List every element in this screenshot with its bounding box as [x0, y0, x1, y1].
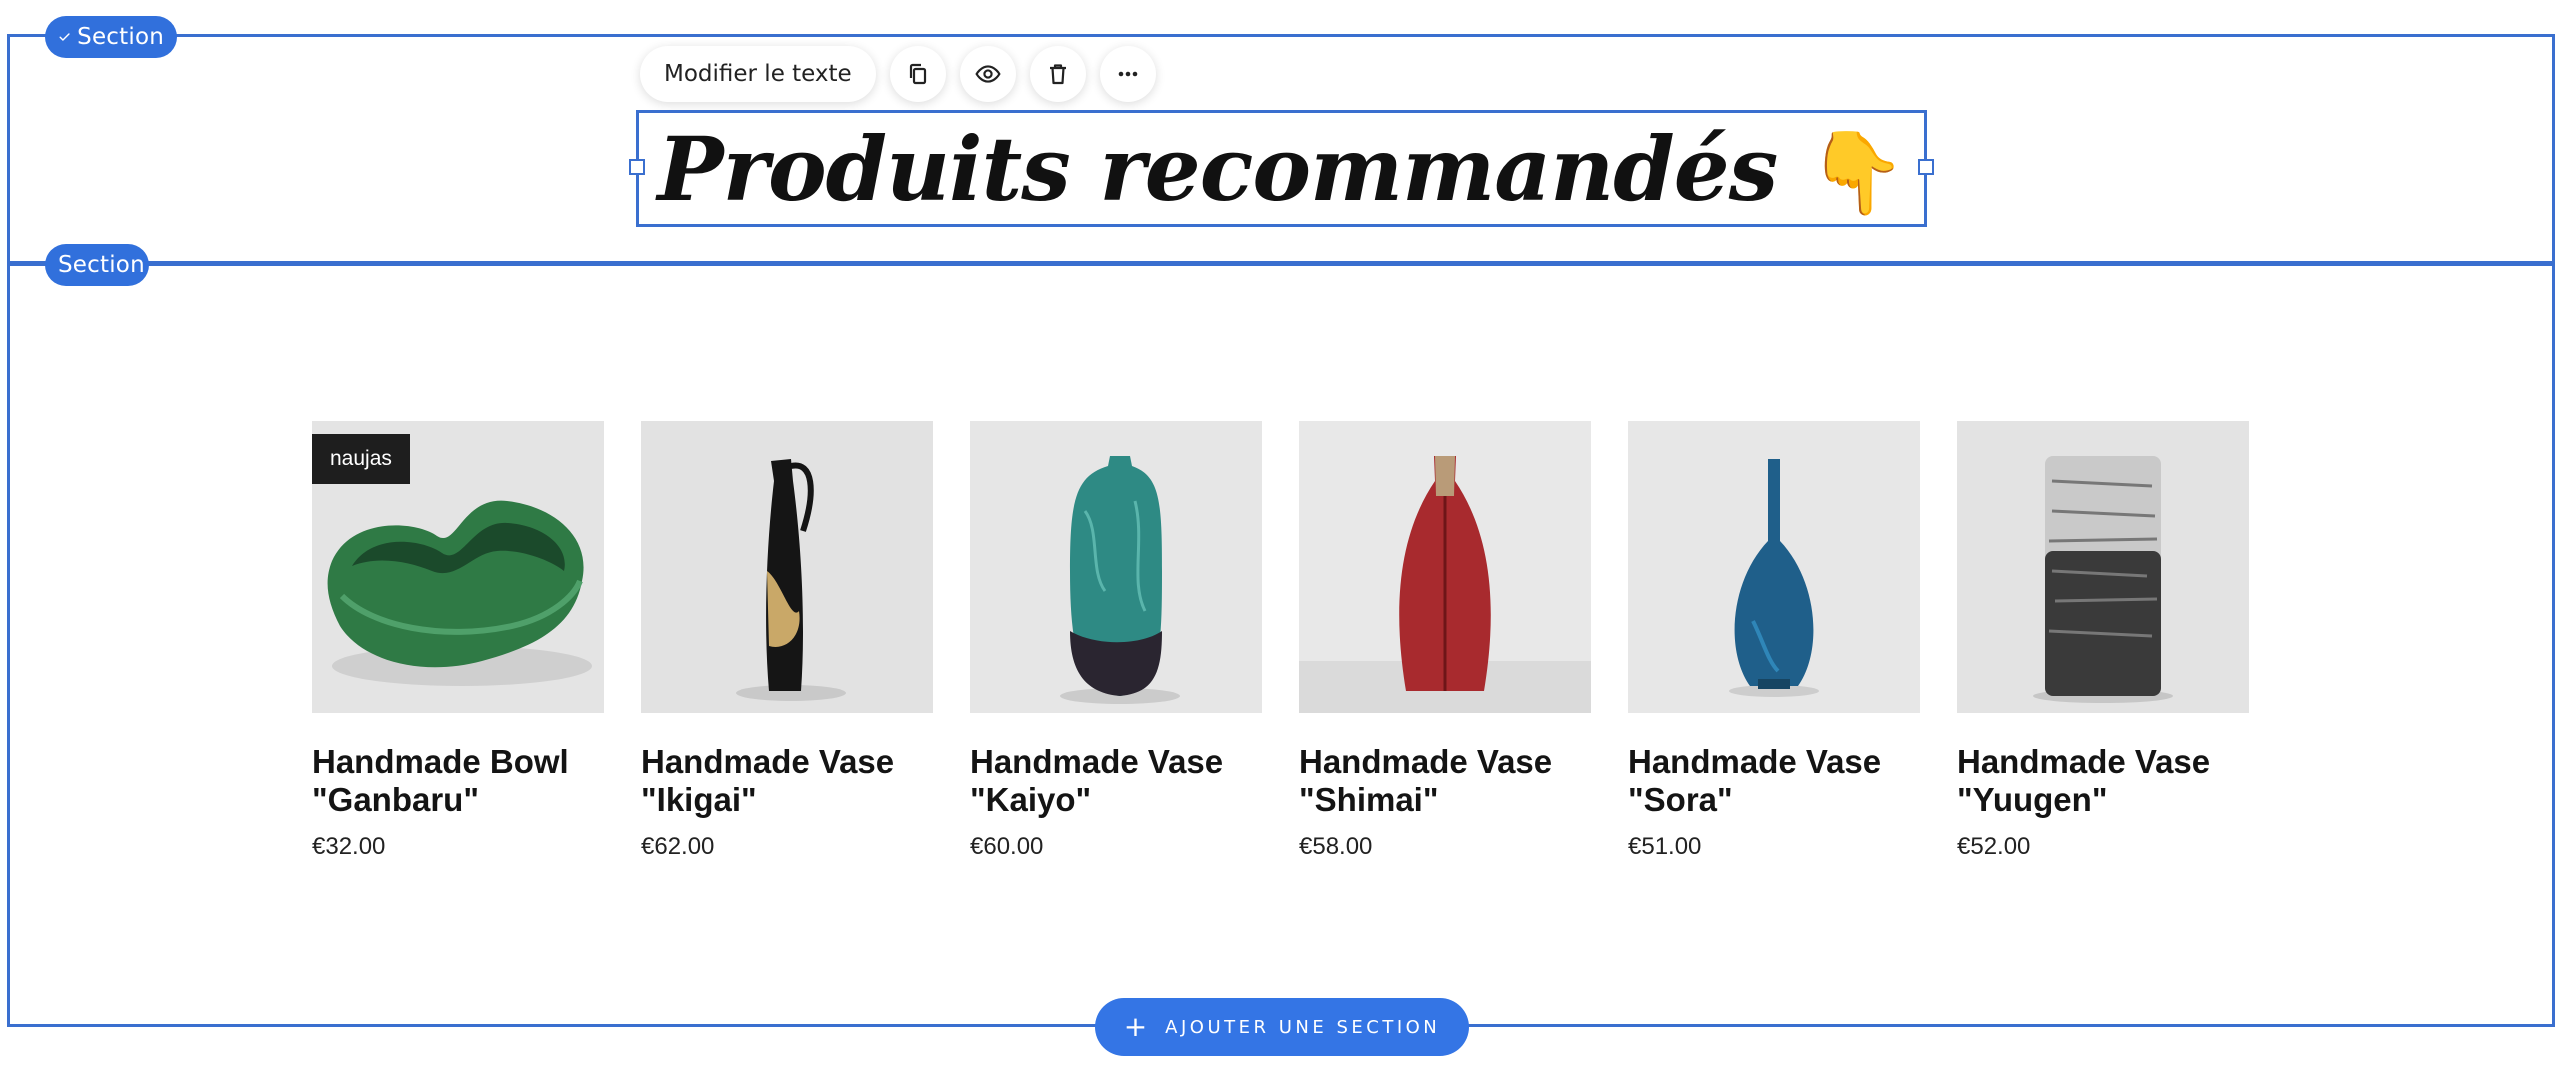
product-card[interactable]: Handmade Vase "Sora" €51.00 [1628, 421, 1920, 861]
product-name[interactable]: Handmade Bowl "Ganbaru" [312, 743, 604, 819]
resize-handle-right[interactable] [1918, 158, 1934, 175]
product-card[interactable]: naujas Handmade Bowl "Ganbaru" €32.00 [312, 421, 604, 861]
add-section-label: AJOUTER UNE SECTION [1165, 1016, 1441, 1038]
product-name[interactable]: Handmade Vase "Yuugen" [1957, 743, 2249, 819]
product-card[interactable]: Handmade Vase "Shimai" €58.00 [1299, 421, 1591, 861]
copy-icon [909, 63, 926, 85]
product-image[interactable] [641, 421, 933, 713]
product-price: €60.00 [970, 833, 1044, 860]
plus-icon: + [1123, 1010, 1148, 1043]
duplicate-button[interactable] [889, 46, 946, 102]
product-price: €58.00 [1299, 833, 1373, 860]
more-icon [1118, 71, 1138, 77]
product-image[interactable] [1299, 421, 1591, 713]
eye-icon [975, 65, 1001, 83]
product-card[interactable]: Handmade Vase "Kaiyo" €60.00 [970, 421, 1262, 861]
product-price: €62.00 [641, 833, 715, 860]
product-price: €51.00 [1628, 833, 1702, 860]
product-price: €52.00 [1957, 833, 2031, 860]
product-card[interactable]: Handmade Vase "Yuugen" €52.00 [1957, 421, 2249, 861]
edit-text-button[interactable]: Modifier le texte [640, 46, 876, 102]
check-icon [59, 33, 70, 41]
product-name[interactable]: Handmade Vase "Sora" [1628, 743, 1920, 819]
section-tag[interactable]: Section [45, 244, 149, 286]
trash-icon [1049, 64, 1066, 85]
product-image[interactable] [1957, 421, 2249, 713]
more-options-button[interactable] [1099, 46, 1156, 102]
product-image[interactable] [1628, 421, 1920, 713]
product-image[interactable] [970, 421, 1262, 713]
section-tag-label: Section [77, 24, 164, 50]
visibility-button[interactable] [959, 46, 1016, 102]
resize-handle-left[interactable] [629, 158, 645, 175]
page-title[interactable]: Produits recommandés 👇 [657, 116, 1907, 221]
product-name[interactable]: Handmade Vase "Kaiyo" [970, 743, 1262, 819]
section-tag-label: Section [58, 252, 145, 278]
product-card[interactable]: Handmade Vase "Ikigai" €62.00 [641, 421, 933, 861]
text-toolbar: Modifier le texte [640, 42, 1156, 106]
heading-text: Produits recommandés [657, 116, 1778, 221]
product-price: €32.00 [312, 833, 386, 860]
pointing-down-emoji: 👇 [1806, 124, 1907, 219]
product-grid: naujas Handmade Bowl "Ganbaru" €32.00 Ha… [312, 421, 2249, 861]
section-tag-selected[interactable]: Section [45, 16, 177, 58]
delete-button[interactable] [1029, 46, 1086, 102]
heading-text-block[interactable]: Produits recommandés 👇 [629, 110, 1934, 227]
add-section-button[interactable]: + AJOUTER UNE SECTION [1095, 998, 1469, 1056]
product-name[interactable]: Handmade Vase "Ikigai" [641, 743, 933, 819]
product-badge: naujas [312, 434, 410, 484]
product-name[interactable]: Handmade Vase "Shimai" [1299, 743, 1591, 819]
product-image[interactable]: naujas [312, 421, 604, 713]
